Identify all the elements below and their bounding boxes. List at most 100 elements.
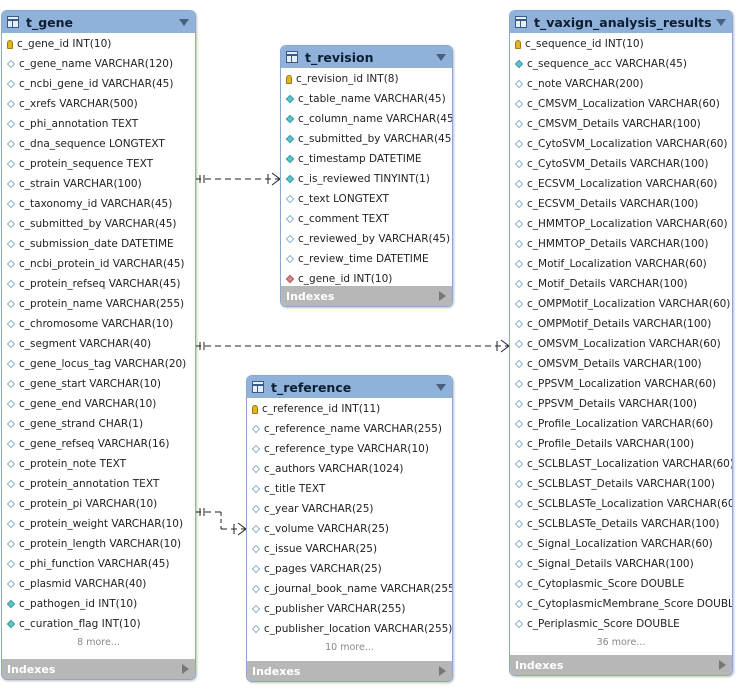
more-columns-label[interactable]: 8 more...	[2, 634, 195, 652]
table-t-revision[interactable]: t_revision c_revision_id INT(8) c_table_n…	[280, 45, 453, 307]
column-row[interactable]: c_gene_id INT(10)	[2, 34, 195, 54]
column-row[interactable]: c_authors VARCHAR(1024)	[247, 459, 452, 479]
column-row[interactable]: c_Signal_Details VARCHAR(100)	[510, 554, 732, 574]
collapse-triangle-icon[interactable]	[716, 18, 726, 26]
column-row[interactable]: c_ncbi_protein_id VARCHAR(45)	[2, 254, 195, 274]
column-row[interactable]: c_strain VARCHAR(100)	[2, 174, 195, 194]
column-row[interactable]: c_reference_id INT(11)	[247, 399, 452, 419]
expand-triangle-icon[interactable]	[719, 660, 726, 670]
column-row[interactable]: c_PPSVM_Details VARCHAR(100)	[510, 394, 732, 414]
column-row[interactable]: c_segment VARCHAR(40)	[2, 334, 195, 354]
column-row[interactable]: c_phi_function VARCHAR(45)	[2, 554, 195, 574]
column-row[interactable]: c_protein_pi VARCHAR(10)	[2, 494, 195, 514]
column-row[interactable]: c_phi_annotation TEXT	[2, 114, 195, 134]
indexes-bar[interactable]: Indexes	[281, 286, 452, 306]
table-header[interactable]: t_revision	[281, 46, 452, 68]
collapse-triangle-icon[interactable]	[436, 53, 446, 61]
more-columns-label[interactable]: 10 more...	[247, 639, 452, 657]
column-row[interactable]: c_CytoplasmicMembrane_Score DOUBLE	[510, 594, 732, 614]
more-columns-label[interactable]: 36 more...	[510, 634, 732, 652]
column-row[interactable]: c_protein_note TEXT	[2, 454, 195, 474]
column-row[interactable]: c_gene_end VARCHAR(10)	[2, 394, 195, 414]
collapse-triangle-icon[interactable]	[436, 383, 446, 391]
table-header[interactable]: t_reference	[247, 376, 452, 398]
column-row[interactable]: c_sequence_acc VARCHAR(45)	[510, 54, 732, 74]
column-row[interactable]: c_text LONGTEXT	[281, 189, 452, 209]
column-row[interactable]: c_reviewed_by VARCHAR(45)	[281, 229, 452, 249]
column-row[interactable]: c_gene_strand CHAR(1)	[2, 414, 195, 434]
column-row[interactable]: c_revision_id INT(8)	[281, 69, 452, 89]
column-row[interactable]: c_reference_type VARCHAR(10)	[247, 439, 452, 459]
column-row[interactable]: c_Signal_Localization VARCHAR(60)	[510, 534, 732, 554]
expand-triangle-icon[interactable]	[439, 666, 446, 676]
column-row[interactable]: c_publisher VARCHAR(255)	[247, 599, 452, 619]
indexes-bar[interactable]: Indexes	[510, 655, 732, 675]
column-row[interactable]: c_Motif_Localization VARCHAR(60)	[510, 254, 732, 274]
column-row[interactable]: c_CMSVM_Details VARCHAR(100)	[510, 114, 732, 134]
column-row[interactable]: c_note VARCHAR(200)	[510, 74, 732, 94]
column-row[interactable]: c_gene_start VARCHAR(10)	[2, 374, 195, 394]
column-row[interactable]: c_protein_name VARCHAR(255)	[2, 294, 195, 314]
column-row[interactable]: c_HMMTOP_Localization VARCHAR(60)	[510, 214, 732, 234]
column-row[interactable]: c_SCLBLAST_Details VARCHAR(100)	[510, 474, 732, 494]
relationship-gene-reference[interactable]	[195, 508, 247, 536]
column-row[interactable]: c_protein_refseq VARCHAR(45)	[2, 274, 195, 294]
column-row[interactable]: c_gene_name VARCHAR(120)	[2, 54, 195, 74]
table-t-reference[interactable]: t_reference c_reference_id INT(11) c_refe…	[246, 375, 453, 682]
column-row[interactable]: c_Profile_Localization VARCHAR(60)	[510, 414, 732, 434]
indexes-bar[interactable]: Indexes	[247, 661, 452, 681]
column-row[interactable]: c_comment TEXT	[281, 209, 452, 229]
column-row[interactable]: c_title TEXT	[247, 479, 452, 499]
indexes-bar[interactable]: Indexes	[2, 659, 195, 679]
column-row[interactable]: c_OMSVM_Localization VARCHAR(60)	[510, 334, 732, 354]
column-row[interactable]: c_Motif_Details VARCHAR(100)	[510, 274, 732, 294]
table-header[interactable]: t_gene	[2, 11, 195, 33]
collapse-triangle-icon[interactable]	[179, 18, 189, 26]
column-row[interactable]: c_taxonomy_id VARCHAR(45)	[2, 194, 195, 214]
column-row[interactable]: c_SCLBLAST_Localization VARCHAR(60)	[510, 454, 732, 474]
column-row[interactable]: c_is_reviewed TINYINT(1)	[281, 169, 452, 189]
table-t-vaxign-analysis-results[interactable]: t_vaxign_analysis_results c_sequence_id …	[509, 10, 733, 676]
column-row[interactable]: c_publisher_location VARCHAR(255)	[247, 619, 452, 639]
column-row[interactable]: c_submitted_by VARCHAR(45)	[281, 129, 452, 149]
column-row[interactable]: c_gene_locus_tag VARCHAR(20)	[2, 354, 195, 374]
column-row[interactable]: c_ncbi_gene_id VARCHAR(45)	[2, 74, 195, 94]
column-row[interactable]: c_chromosome VARCHAR(10)	[2, 314, 195, 334]
column-row[interactable]: c_reference_name VARCHAR(255)	[247, 419, 452, 439]
column-row[interactable]: c_protein_sequence TEXT	[2, 154, 195, 174]
column-row[interactable]: c_CytoSVM_Details VARCHAR(100)	[510, 154, 732, 174]
column-row[interactable]: c_protein_annotation TEXT	[2, 474, 195, 494]
column-row[interactable]: c_submission_date DATETIME	[2, 234, 195, 254]
column-row[interactable]: c_HMMTOP_Details VARCHAR(100)	[510, 234, 732, 254]
column-row[interactable]: c_SCLBLASTe_Localization VARCHAR(60)	[510, 494, 732, 514]
column-row[interactable]: c_submitted_by VARCHAR(45)	[2, 214, 195, 234]
column-row[interactable]: c_SCLBLASTe_Details VARCHAR(100)	[510, 514, 732, 534]
column-row[interactable]: c_xrefs VARCHAR(500)	[2, 94, 195, 114]
column-row[interactable]: c_volume VARCHAR(25)	[247, 519, 452, 539]
column-row[interactable]: c_review_time DATETIME	[281, 249, 452, 269]
column-row[interactable]: c_ECSVM_Details VARCHAR(100)	[510, 194, 732, 214]
column-row[interactable]: c_Profile_Details VARCHAR(100)	[510, 434, 732, 454]
column-row[interactable]: c_protein_weight VARCHAR(10)	[2, 514, 195, 534]
table-header[interactable]: t_vaxign_analysis_results	[510, 11, 732, 33]
column-row[interactable]: c_year VARCHAR(25)	[247, 499, 452, 519]
column-row[interactable]: c_ECSVM_Localization VARCHAR(60)	[510, 174, 732, 194]
column-row[interactable]: c_OMSVM_Details VARCHAR(100)	[510, 354, 732, 374]
column-row[interactable]: c_curation_flag INT(10)	[2, 614, 195, 634]
expand-triangle-icon[interactable]	[182, 664, 189, 674]
column-row[interactable]: c_issue VARCHAR(25)	[247, 539, 452, 559]
column-row[interactable]: c_table_name VARCHAR(45)	[281, 89, 452, 109]
column-row[interactable]: c_Periplasmic_Score DOUBLE	[510, 614, 732, 634]
column-row[interactable]: c_CMSVM_Localization VARCHAR(60)	[510, 94, 732, 114]
column-row[interactable]: c_plasmid VARCHAR(40)	[2, 574, 195, 594]
column-row[interactable]: c_PPSVM_Localization VARCHAR(60)	[510, 374, 732, 394]
relationship-gene-revision[interactable]	[195, 172, 281, 186]
column-row[interactable]: c_dna_sequence LONGTEXT	[2, 134, 195, 154]
column-row[interactable]: c_pathogen_id INT(10)	[2, 594, 195, 614]
column-row[interactable]: c_CytoSVM_Localization VARCHAR(60)	[510, 134, 732, 154]
column-row[interactable]: c_journal_book_name VARCHAR(255)	[247, 579, 452, 599]
table-t-gene[interactable]: t_gene c_gene_id INT(10) c_gene_name VARC…	[1, 10, 196, 680]
column-row[interactable]: c_protein_length VARCHAR(10)	[2, 534, 195, 554]
expand-triangle-icon[interactable]	[439, 291, 446, 301]
column-row[interactable]: c_OMPMotif_Details VARCHAR(100)	[510, 314, 732, 334]
